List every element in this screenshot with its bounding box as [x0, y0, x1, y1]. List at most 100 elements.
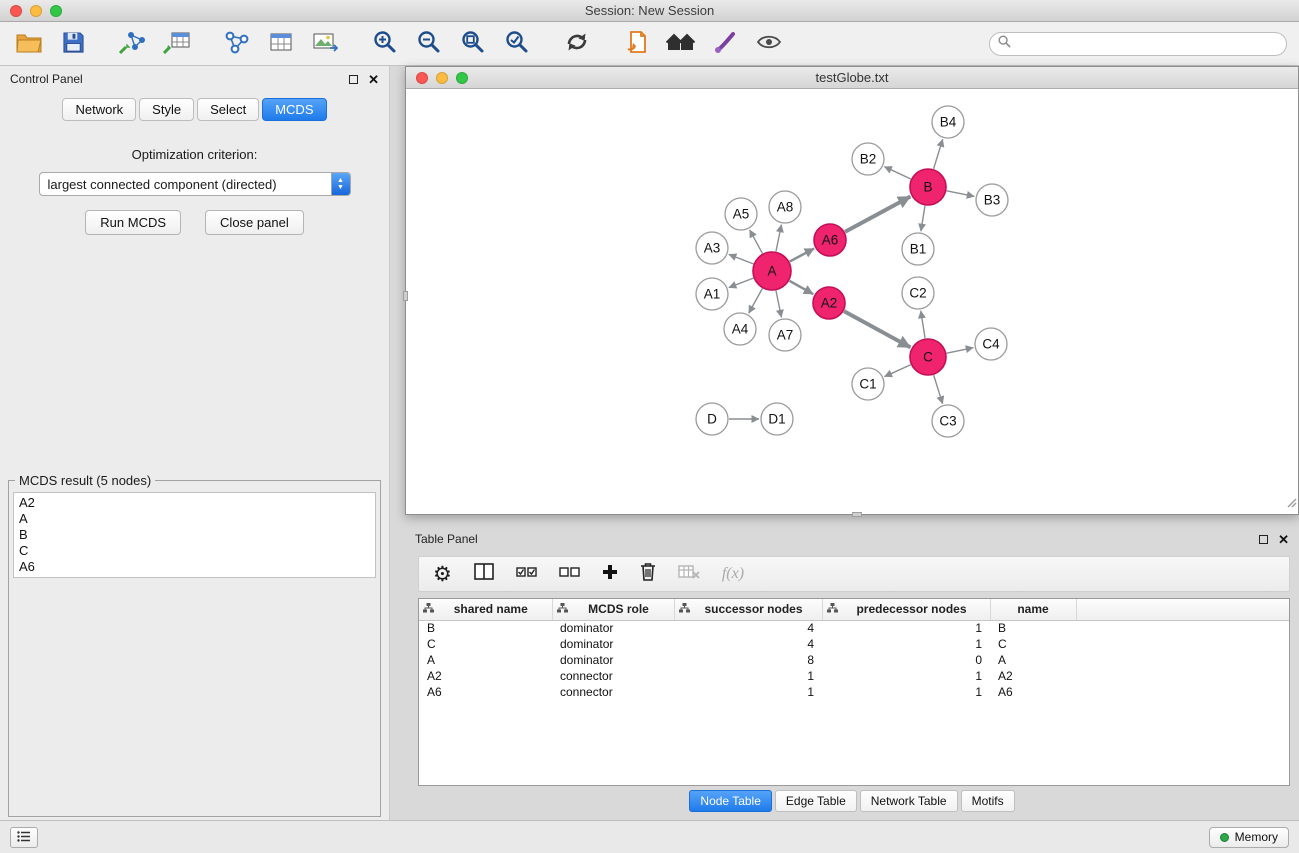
mcds-result-item[interactable]: A: [19, 511, 370, 527]
float-table-panel-icon[interactable]: [1259, 535, 1268, 544]
run-mcds-button[interactable]: Run MCDS: [85, 210, 181, 235]
annotations-button[interactable]: [620, 28, 654, 60]
mcds-result-item[interactable]: A2: [19, 495, 370, 511]
task-history-button[interactable]: [10, 827, 38, 848]
tab-style[interactable]: Style: [139, 98, 194, 121]
search-input[interactable]: [1016, 37, 1278, 51]
mcds-result-item[interactable]: B: [19, 527, 370, 543]
graph-edge-C-C4[interactable]: [947, 348, 974, 354]
close-panel-button[interactable]: Close panel: [205, 210, 304, 235]
zoom-fit-button[interactable]: [456, 28, 490, 60]
resize-handle-bottom[interactable]: [852, 512, 862, 517]
memory-button[interactable]: Memory: [1209, 827, 1289, 848]
column-header-predecessor-nodes[interactable]: predecessor nodes: [822, 599, 990, 620]
apply-layout-button[interactable]: [560, 28, 594, 60]
criterion-dropdown-value: largest connected component (directed): [40, 177, 331, 192]
delete-column-button[interactable]: [640, 559, 656, 589]
zoom-selected-button[interactable]: [500, 28, 534, 60]
network-minimize-button[interactable]: [436, 72, 448, 84]
open-session-button[interactable]: [12, 28, 46, 60]
import-network-button[interactable]: [116, 28, 150, 60]
table-row[interactable]: A2connector11A2: [419, 668, 1290, 684]
function-builder-button[interactable]: f(x): [722, 559, 744, 589]
resize-handle-left[interactable]: [403, 291, 408, 301]
column-header-shared-name[interactable]: shared name: [419, 599, 552, 620]
save-session-button[interactable]: [56, 28, 90, 60]
tab-select[interactable]: Select: [197, 98, 259, 121]
column-header-mcds-role[interactable]: MCDS role: [552, 599, 674, 620]
plus-icon: [602, 564, 618, 585]
table-row[interactable]: Cdominator41C: [419, 636, 1290, 652]
network-close-button[interactable]: [416, 72, 428, 84]
select-all-button[interactable]: [516, 559, 537, 589]
network-zoom-button[interactable]: [456, 72, 468, 84]
add-column-button[interactable]: [602, 559, 618, 589]
hierarchy-icon: [679, 602, 690, 616]
tab-node-table[interactable]: Node Table: [689, 790, 772, 812]
criterion-dropdown[interactable]: largest connected component (directed) ▲…: [39, 172, 351, 196]
tab-network-table[interactable]: Network Table: [860, 790, 958, 812]
float-panel-icon[interactable]: [349, 75, 358, 84]
search-box[interactable]: [989, 32, 1287, 56]
new-table-button[interactable]: [264, 28, 298, 60]
graph-edge-B-B3[interactable]: [947, 191, 975, 197]
graph-edge-A-A3[interactable]: [729, 254, 754, 263]
minimize-window-button[interactable]: [30, 5, 42, 17]
home-button[interactable]: [664, 28, 698, 60]
mcds-result-list[interactable]: A2ABCA6: [13, 492, 376, 578]
graph-edge-A2-C[interactable]: [844, 311, 911, 347]
zoom-out-button[interactable]: [412, 28, 446, 60]
tab-network[interactable]: Network: [62, 98, 136, 121]
home-icon: [666, 31, 696, 56]
graph-edge-C-C3[interactable]: [934, 375, 943, 404]
graph-edge-A-A2[interactable]: [789, 281, 813, 294]
export-image-button[interactable]: [308, 28, 342, 60]
refresh-icon: [564, 30, 590, 57]
mcds-result-item[interactable]: A6: [19, 559, 370, 575]
graph-edge-A-A4[interactable]: [749, 289, 763, 314]
column-header-label: successor nodes: [690, 602, 818, 616]
graph-edge-B-B1[interactable]: [921, 206, 925, 231]
import-table-button[interactable]: [160, 28, 194, 60]
mcds-result-item[interactable]: C: [19, 543, 370, 559]
table-row[interactable]: A6connector11A6: [419, 684, 1290, 700]
graph-edge-A-A1[interactable]: [729, 278, 754, 287]
zoom-in-button[interactable]: [368, 28, 402, 60]
graph-edge-A-A8[interactable]: [776, 225, 781, 252]
import-network-icon: [119, 30, 147, 57]
graph-edge-A-A6[interactable]: [790, 248, 814, 261]
show-graphics-details-button[interactable]: [752, 28, 786, 60]
network-window-title: testGlobe.txt: [406, 70, 1298, 85]
table-row[interactable]: Adominator80A: [419, 652, 1290, 668]
gear-icon: ⚙: [433, 564, 452, 585]
network-canvas[interactable]: AA6A2BCA5A8A3A1A4A7B2B4B3B1C2C4C1C3DD1: [406, 89, 1298, 514]
close-table-panel-icon[interactable]: ✕: [1278, 533, 1289, 546]
column-header-successor-nodes[interactable]: successor nodes: [674, 599, 822, 620]
tab-motifs[interactable]: Motifs: [961, 790, 1015, 812]
delete-table-button[interactable]: [678, 559, 700, 589]
zoom-window-button[interactable]: [50, 5, 62, 17]
graph-edge-C-C1[interactable]: [884, 365, 910, 377]
tab-edge-table[interactable]: Edge Table: [775, 790, 857, 812]
resize-grip-icon[interactable]: [1285, 495, 1297, 513]
deselect-all-button[interactable]: [559, 559, 580, 589]
close-panel-icon[interactable]: ✕: [368, 73, 379, 86]
close-window-button[interactable]: [10, 5, 22, 17]
table-settings-button[interactable]: ⚙: [433, 559, 452, 589]
memory-status-icon: [1220, 833, 1229, 842]
new-network-button[interactable]: [220, 28, 254, 60]
column-header-name[interactable]: name: [990, 599, 1076, 620]
graph-edge-A-A7[interactable]: [776, 291, 781, 318]
tab-mcds[interactable]: MCDS: [262, 98, 326, 121]
graph-node-label: A3: [704, 241, 721, 256]
graph-edge-A6-B[interactable]: [845, 197, 910, 232]
table-row[interactable]: Bdominator41B: [419, 620, 1290, 636]
network-nodes-icon: [224, 30, 250, 57]
style-paint-button[interactable]: [708, 28, 742, 60]
graph-edge-B-B4[interactable]: [934, 139, 943, 169]
graph-edge-A-A5[interactable]: [750, 230, 763, 254]
graph-edge-C-C2[interactable]: [921, 311, 925, 338]
network-view-window: testGlobe.txt AA6A2BCA5A8A3A1A4A7B2B4B3B…: [405, 66, 1299, 515]
graph-edge-B-B2[interactable]: [884, 167, 910, 179]
show-columns-button[interactable]: [474, 559, 494, 589]
